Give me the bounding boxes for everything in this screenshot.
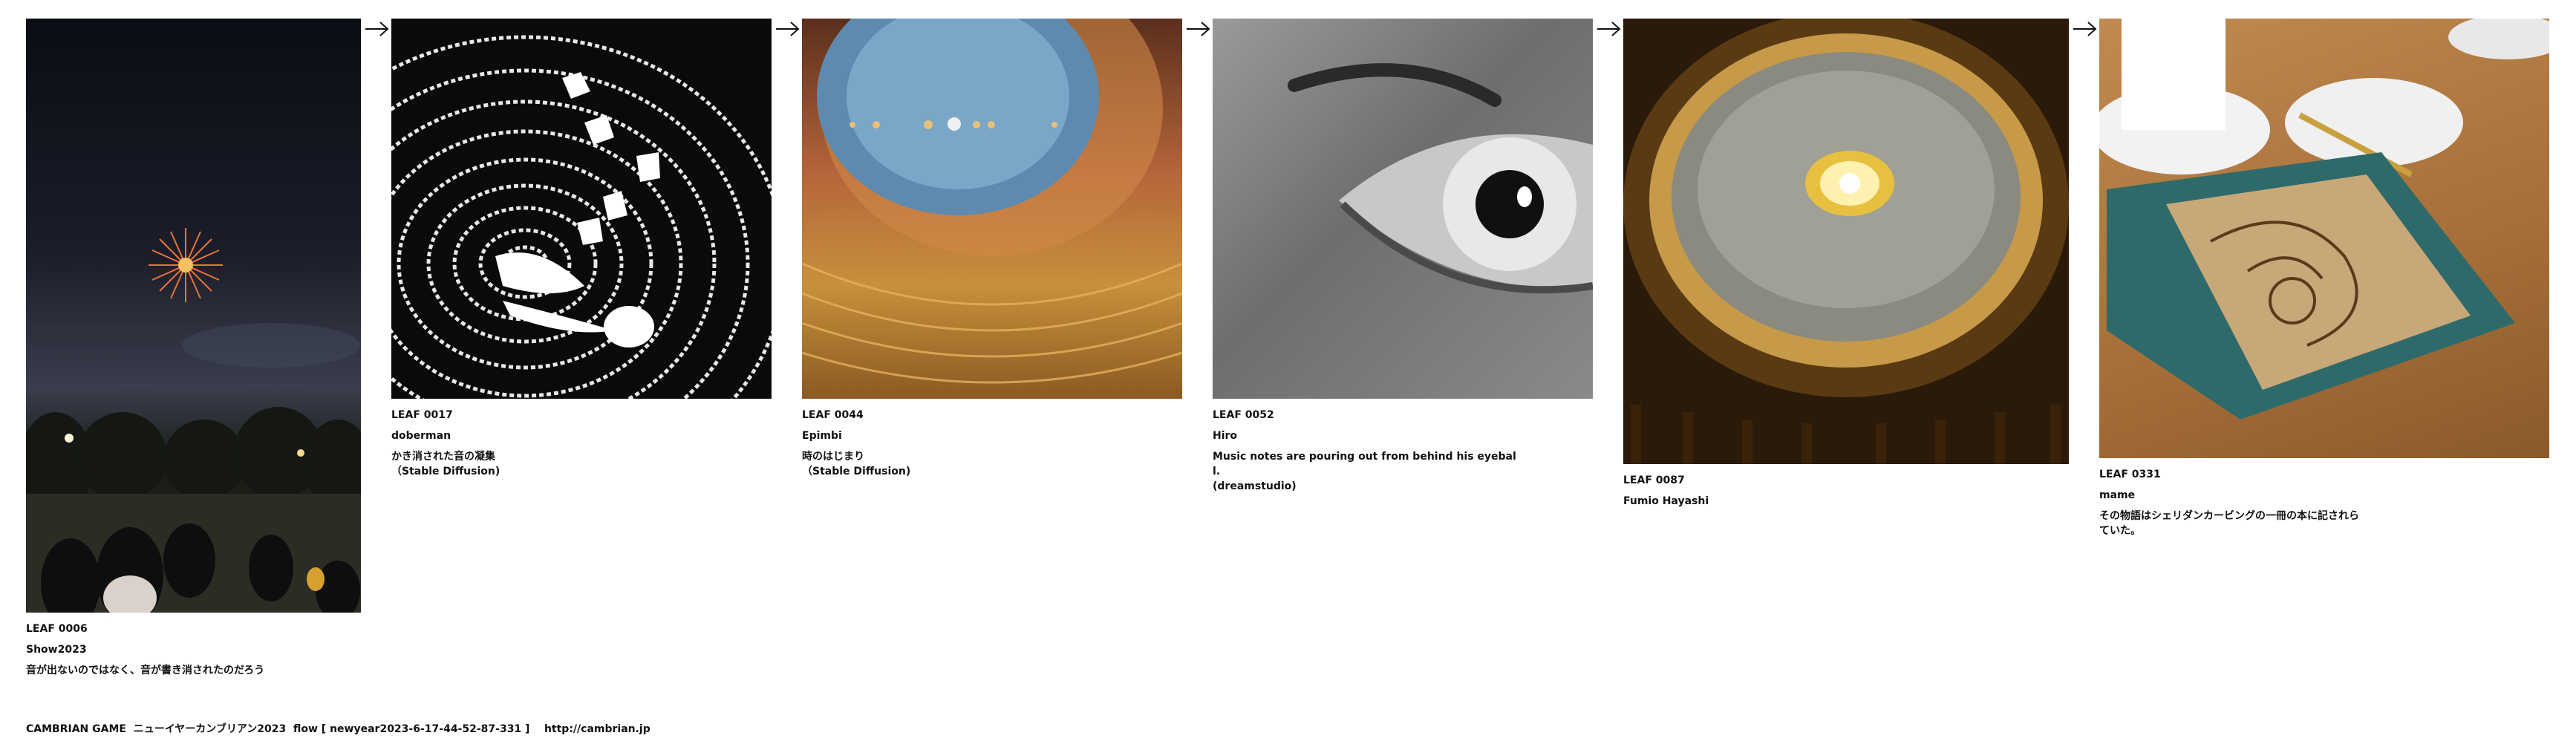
leaf-author[interactable]: Epimbi [802,428,1182,443]
leaf-card-0052[interactable]: LEAF 0052 Hiro Music notes are pouring o… [1213,19,1593,494]
footer-credits[interactable]: CAMBRIAN GAME ニューイヤーカンブリアン2023 flow [ ne… [26,720,650,738]
leaf-card-0044[interactable]: LEAF 0044 Epimbi 時のはじまり （Stable Diffusio… [802,19,1182,479]
leaf-id: LEAF 0087 [1623,474,1685,486]
leaf-id: LEAF 0006 [26,623,88,635]
leaf-caption: 音が出ないのではなく、音が書き消されたのだろう [26,665,265,676]
leaf-author[interactable]: Fumio Hayashi [1623,494,2069,509]
leaf-id: LEAF 0331 [2099,469,2161,480]
leaf-caption: その物語はシェリダンカービングの一冊の本に記されら ていた。 [2099,510,2359,537]
leaf-author[interactable]: doberman [391,428,772,443]
leaf-image-leather-book[interactable] [2099,19,2549,458]
leaf-card-0006[interactable]: LEAF 0006 Show2023 音が出ないのではなく、音が書き消されたのだ… [26,19,361,678]
leaf-author[interactable]: Hiro [1213,428,1593,443]
leaf-caption: 時のはじまり （Stable Diffusion) [802,451,911,477]
leaf-card-0087[interactable]: LEAF 0087 Fumio Hayashi [1623,19,2069,515]
arrow-right-icon [2073,22,2097,36]
leaf-caption: かき消された音の凝集 （Stable Diffusion) [391,451,500,477]
leaf-caption: Music notes are pouring out from behind … [1213,451,1516,492]
leaf-image-ink-swirl[interactable] [391,19,772,399]
leaf-image-cosmic-eye[interactable] [802,19,1182,399]
leaf-author[interactable]: Show2023 [26,642,361,657]
leaf-image-eye-closeup[interactable] [1213,19,1593,399]
leaf-id: LEAF 0017 [391,409,453,421]
arrow-right-icon [365,22,389,36]
arrow-right-icon [1187,22,1210,36]
leaf-author[interactable]: mame [2099,488,2549,503]
leaf-id: LEAF 0044 [802,409,864,421]
arrow-right-icon [776,22,800,36]
leaf-id: LEAF 0052 [1213,409,1274,421]
leaf-card-0017[interactable]: LEAF 0017 doberman かき消された音の凝集 （Stable Di… [391,19,772,479]
leaf-image-fireworks[interactable] [26,19,361,613]
leaf-card-0331[interactable]: LEAF 0331 mame その物語はシェリダンカービングの一冊の本に記されら… [2099,19,2549,538]
arrow-right-icon [1597,22,1621,36]
leaf-image-opera-dome[interactable] [1623,19,2069,464]
